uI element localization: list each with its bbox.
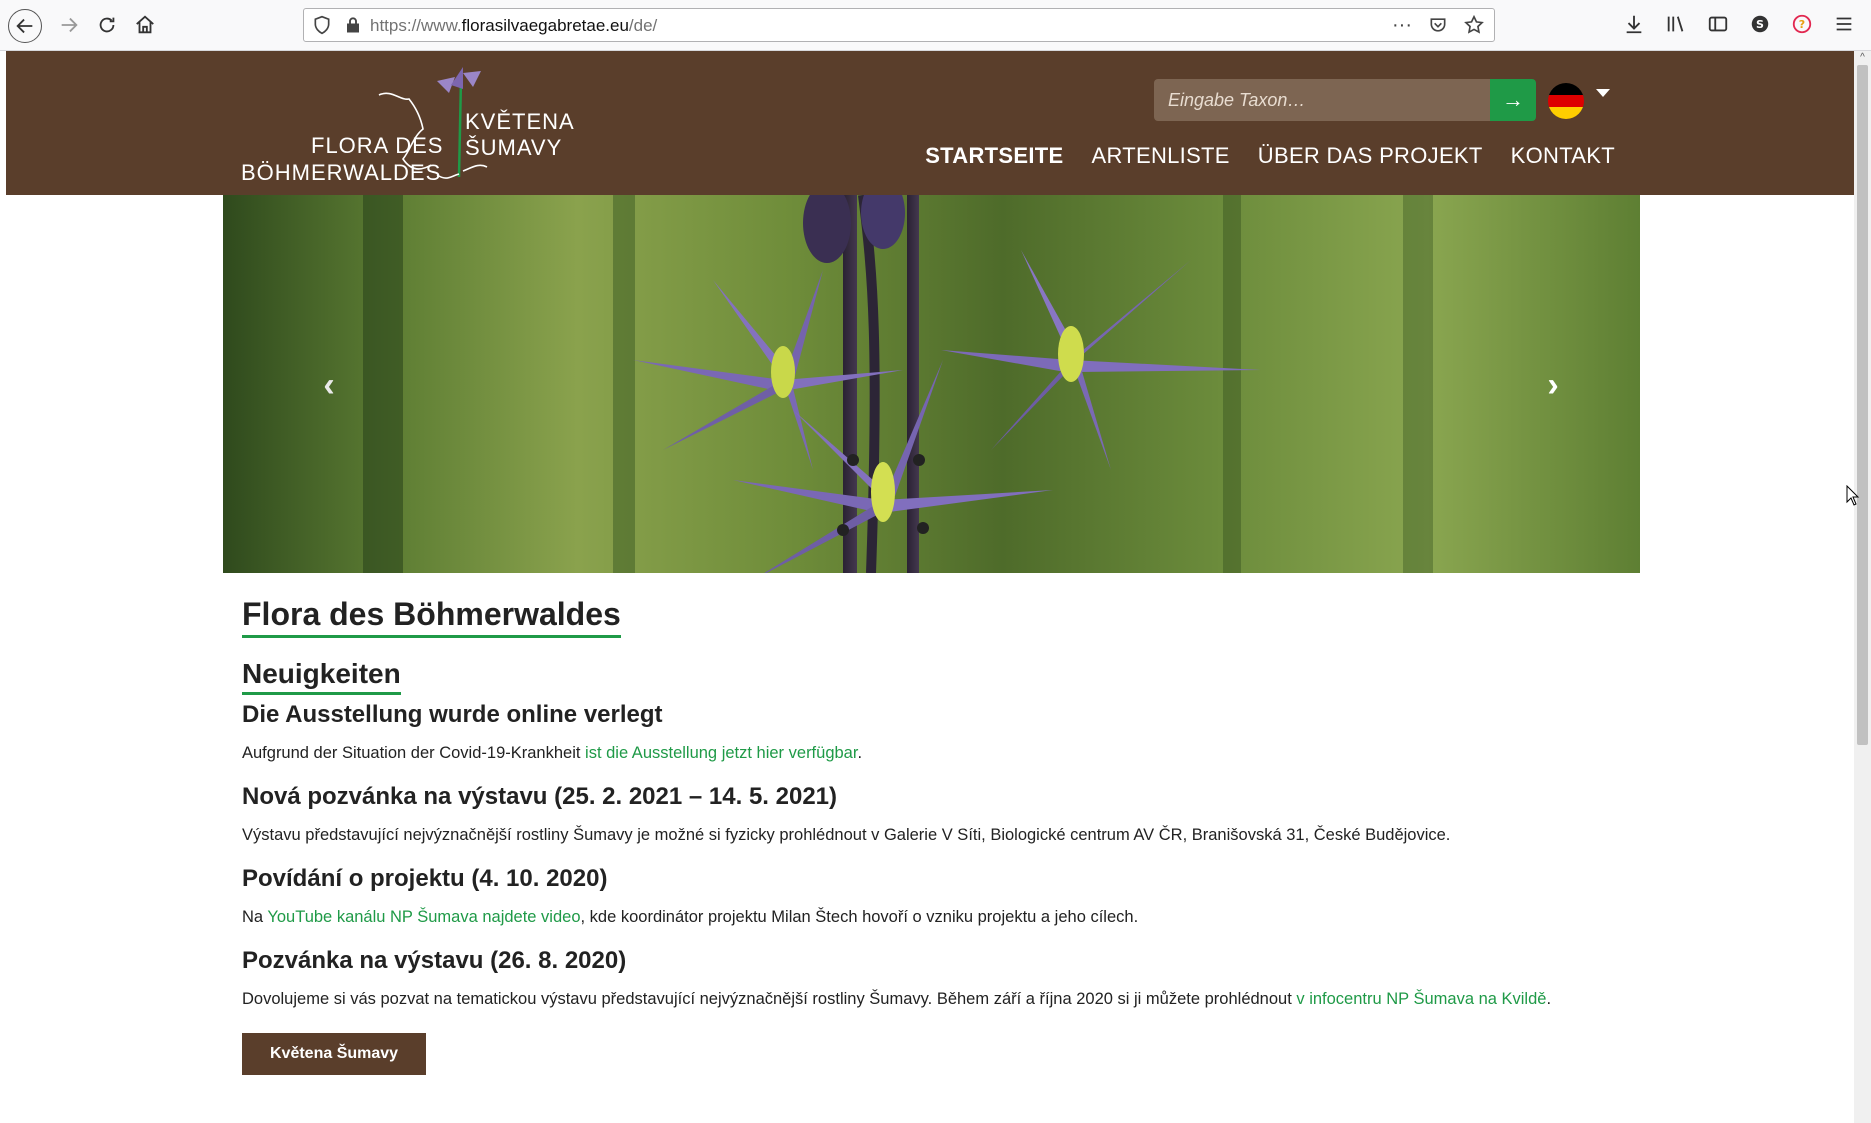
- svg-text:?: ?: [1799, 18, 1805, 31]
- page-title: Flora des Böhmerwaldes: [242, 596, 621, 638]
- news-heading: Neuigkeiten: [242, 658, 401, 695]
- logo-cz-line1: KVĚTENA: [465, 109, 575, 134]
- nav-artenliste[interactable]: ARTENLISTE: [1091, 143, 1229, 169]
- kvetena-sumavy-button[interactable]: Květena Šumavy: [242, 1033, 427, 1075]
- home-icon[interactable]: [128, 8, 162, 42]
- pocket-icon[interactable]: [1426, 13, 1450, 37]
- news-text: Výstavu představující nejvýznačnější ros…: [242, 826, 1451, 844]
- reload-icon[interactable]: [90, 8, 124, 42]
- news-item-title: Pozvánka na výstavu (26. 8. 2020): [242, 947, 627, 974]
- scrollbar-thumb[interactable]: [1857, 65, 1868, 745]
- back-arrow-icon[interactable]: [8, 9, 42, 43]
- menu-icon[interactable]: [1831, 10, 1857, 38]
- nav-kontakt[interactable]: KONTAKT: [1511, 143, 1615, 169]
- site-header: FLORA DES BÖHMERWALDES KVĚTENA ŠUMAVY → …: [6, 51, 1855, 195]
- scroll-up-icon[interactable]: ^: [1857, 53, 1868, 63]
- news-item: Povídání o projektu (4. 10. 2020) Na You…: [242, 865, 1622, 931]
- download-icon[interactable]: [1621, 10, 1647, 38]
- sidebar-icon[interactable]: [1705, 10, 1731, 38]
- url-domain: florasilvaegabretae.eu: [461, 16, 629, 35]
- svg-text:S: S: [1756, 18, 1764, 31]
- page-scrollbar[interactable]: ^: [1854, 51, 1871, 1123]
- browser-toolbar: https://www.florasilvaegabretae.eu/de/ ·…: [0, 0, 1871, 51]
- carousel-prev-chevron-icon[interactable]: ‹: [309, 365, 349, 405]
- forward-arrow-icon[interactable]: [52, 8, 86, 42]
- mouse-cursor-icon: [1846, 485, 1860, 506]
- news-link[interactable]: v infocentru NP Šumava na Kvildě: [1296, 990, 1546, 1008]
- nav-ueber-das-projekt[interactable]: ÜBER DAS PROJEKT: [1258, 143, 1483, 169]
- taxon-search-input[interactable]: [1154, 79, 1490, 121]
- main-content: Flora des Böhmerwaldes Neuigkeiten Die A…: [242, 596, 1622, 1075]
- url-prefix: https://www.: [370, 16, 462, 35]
- news-text-end: .: [1546, 990, 1552, 1008]
- s-extension-icon[interactable]: S: [1747, 10, 1773, 38]
- news-text-end: , kde koordinátor projektu Milan Štech h…: [580, 908, 1139, 926]
- news-text: Aufgrund der Situation der Covid-19-Kran…: [242, 744, 586, 762]
- logo-de-line2: BÖHMERWALDES: [241, 160, 442, 185]
- url-text[interactable]: https://www.florasilvaegabretae.eu/de/: [370, 16, 657, 36]
- news-text: Na: [242, 908, 268, 926]
- news-item: Die Ausstellung wurde online verlegt Auf…: [242, 701, 1622, 767]
- lock-icon[interactable]: [344, 15, 362, 35]
- url-bar[interactable]: https://www.florasilvaegabretae.eu/de/ ·…: [303, 8, 1495, 42]
- news-item-title: Nová pozvánka na výstavu (25. 2. 2021 – …: [242, 783, 838, 810]
- news-text-end: .: [857, 744, 863, 762]
- german-flag-icon[interactable]: [1548, 83, 1584, 119]
- hero-flower-image: [363, 195, 1433, 573]
- news-item-title: Die Ausstellung wurde online verlegt: [242, 701, 663, 728]
- toolbar-right: S ?: [1621, 10, 1857, 38]
- news-item-text: Výstavu představující nejvýznačnější ros…: [242, 821, 1622, 849]
- news-link[interactable]: YouTube kanálu NP Šumava najdete video: [267, 908, 580, 926]
- red-extension-icon[interactable]: ?: [1789, 10, 1815, 38]
- hero-carousel: ‹ ›: [223, 195, 1640, 573]
- site-logo[interactable]: FLORA DES BÖHMERWALDES KVĚTENA ŠUMAVY: [241, 59, 581, 185]
- bookmark-star-icon[interactable]: [1462, 13, 1486, 37]
- search-submit-button[interactable]: →: [1490, 79, 1536, 121]
- news-item-text: Aufgrund der Situation der Covid-19-Kran…: [242, 739, 1622, 767]
- url-path: /de/: [628, 16, 658, 35]
- logo-de-line1: FLORA DES: [311, 133, 444, 158]
- logo-cz-line2: ŠUMAVY: [465, 135, 563, 160]
- main-nav: STARTSEITE ARTENLISTE ÜBER DAS PROJEKT K…: [925, 143, 1615, 169]
- nav-startseite[interactable]: STARTSEITE: [925, 143, 1063, 169]
- news-item-text: Dovolujeme si vás pozvat na tematickou v…: [242, 985, 1622, 1013]
- carousel-next-chevron-icon[interactable]: ›: [1533, 365, 1573, 405]
- shield-icon[interactable]: [312, 15, 332, 35]
- caret-down-icon[interactable]: [1596, 89, 1610, 97]
- url-actions: ···: [1390, 13, 1486, 37]
- library-icon[interactable]: [1663, 10, 1689, 38]
- more-icon[interactable]: ···: [1390, 13, 1414, 37]
- news-item-text: Na YouTube kanálu NP Šumava najdete vide…: [242, 903, 1622, 931]
- news-link[interactable]: ist die Ausstellung jetzt hier verfügbar: [585, 744, 857, 762]
- news-item: Pozvánka na výstavu (26. 8. 2020) Dovolu…: [242, 947, 1622, 1013]
- news-item: Nová pozvánka na výstavu (25. 2. 2021 – …: [242, 783, 1622, 849]
- news-item-title: Povídání o projektu (4. 10. 2020): [242, 865, 608, 892]
- news-text: Dovolujeme si vás pozvat na tematickou v…: [242, 990, 1297, 1008]
